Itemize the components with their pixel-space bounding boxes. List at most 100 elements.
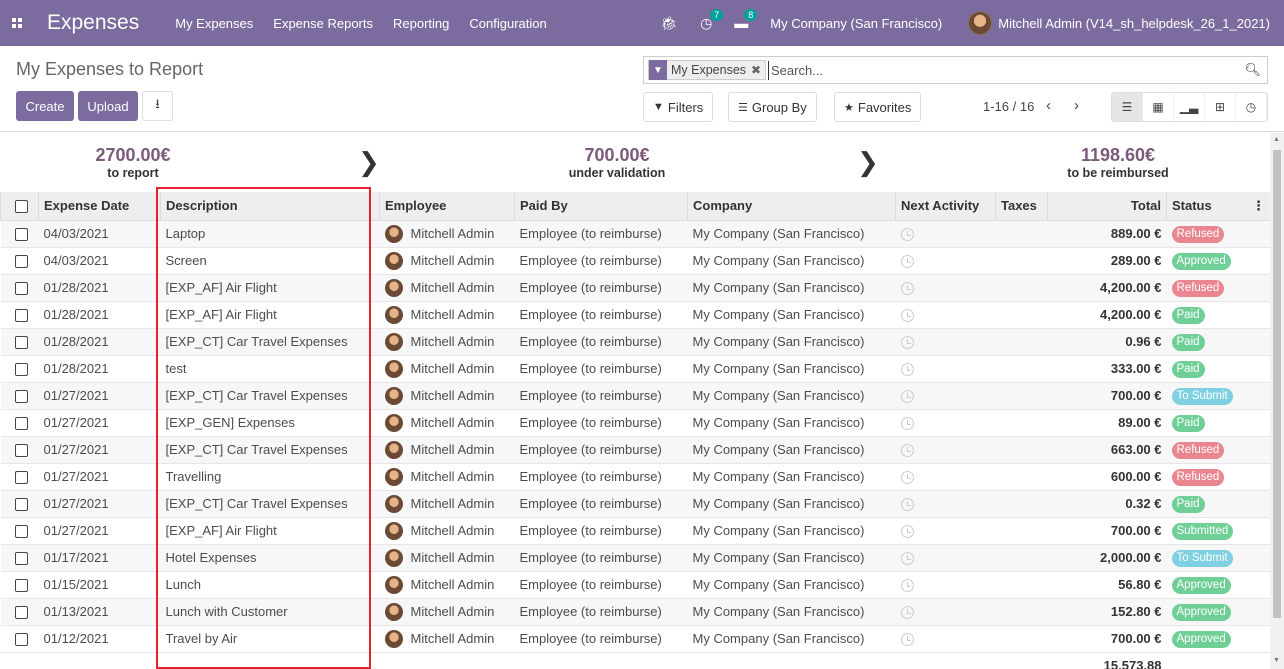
upload-button[interactable]: Upload [78, 91, 138, 121]
kanban-view-icon[interactable]: ▦ [1143, 93, 1174, 121]
taxes [995, 328, 1048, 356]
row-checkbox[interactable] [0, 571, 39, 599]
activity-clock-icon[interactable] [900, 579, 914, 593]
row-checkbox[interactable] [0, 382, 39, 410]
activity-clock-icon[interactable] [900, 498, 914, 512]
messages-icon[interactable]: ▬ 8 [734, 9, 758, 31]
row-checkbox[interactable] [0, 625, 39, 653]
company-switcher[interactable]: My Company (San Francisco) [770, 16, 942, 31]
search-icon[interactable]: 🔍︎ [1244, 62, 1261, 78]
column-header[interactable]: Company [687, 192, 896, 221]
paid-by: Employee (to reimburse) [514, 598, 688, 626]
activity-clock-icon[interactable] [900, 552, 914, 566]
status-cell: Approved [1166, 247, 1270, 275]
table-row[interactable]: 01/28/2021 [EXP_AF] Air Flight Mitchell … [0, 274, 1270, 302]
filters-button[interactable]: ▼ Filters [643, 92, 714, 122]
activity-view-icon[interactable]: ◷ [1236, 93, 1267, 121]
pager-next-icon[interactable]: › [1074, 97, 1079, 114]
column-header[interactable]: Total [1047, 192, 1167, 221]
row-checkbox[interactable] [0, 598, 39, 626]
column-header[interactable]: Next Activity [895, 192, 996, 221]
activity-clock-icon[interactable] [900, 363, 914, 377]
next-activity-cell [895, 328, 996, 356]
table-row[interactable]: 01/27/2021 [EXP_GEN] Expenses Mitchell A… [0, 409, 1270, 437]
activity-clock-icon[interactable]: ◷ 7 [700, 8, 724, 32]
table-row[interactable]: 01/27/2021 Travelling Mitchell Admin Emp… [0, 463, 1270, 491]
scrollbar[interactable]: ▲ ▼ [1270, 133, 1284, 669]
row-checkbox[interactable] [0, 544, 39, 572]
row-checkbox[interactable] [0, 463, 39, 491]
group-by-button[interactable]: ☰ Group By [728, 92, 817, 122]
activity-clock-icon[interactable] [900, 390, 914, 404]
create-button[interactable]: Create [16, 91, 74, 121]
row-checkbox[interactable] [0, 328, 39, 356]
scroll-thumb[interactable] [1273, 150, 1281, 618]
pager-previous-icon[interactable]: ‹ [1046, 97, 1051, 114]
table-row[interactable]: 01/28/2021 [EXP_CT] Car Travel Expenses … [0, 328, 1270, 356]
row-checkbox[interactable] [0, 517, 39, 545]
row-checkbox[interactable] [0, 274, 39, 302]
list-view-icon[interactable]: ☰ [1112, 93, 1143, 121]
optional-columns-icon[interactable]: ⋮ [1252, 198, 1265, 214]
activity-clock-icon[interactable] [900, 444, 914, 458]
table-row[interactable]: 01/13/2021 Lunch with Customer Mitchell … [0, 598, 1270, 626]
activity-clock-icon[interactable] [900, 606, 914, 620]
table-row[interactable]: 01/17/2021 Hotel Expenses Mitchell Admin… [0, 544, 1270, 572]
table-row[interactable]: 04/03/2021 Screen Mitchell Admin Employe… [0, 247, 1270, 275]
user-menu[interactable]: Mitchell Admin (V14_sh_helpdesk_26_1_202… [968, 11, 1270, 35]
filter-icon: ▼ [649, 60, 667, 80]
company: My Company (San Francisco) [687, 463, 896, 491]
graph-view-icon[interactable]: ▁▃ [1174, 93, 1205, 121]
menu-configuration[interactable]: Configuration [469, 16, 546, 31]
activity-clock-icon[interactable] [900, 336, 914, 350]
column-header[interactable]: Taxes [995, 192, 1048, 221]
table-row[interactable]: 01/28/2021 [EXP_AF] Air Flight Mitchell … [0, 301, 1270, 329]
select-all-checkbox[interactable] [0, 192, 39, 221]
activity-clock-icon[interactable] [900, 255, 914, 269]
table-row[interactable]: 01/28/2021 test Mitchell Admin Employee … [0, 355, 1270, 383]
favorites-button[interactable]: ★ Favorites [834, 92, 922, 122]
activity-clock-icon[interactable] [900, 417, 914, 431]
table-row[interactable]: 01/27/2021 [EXP_CT] Car Travel Expenses … [0, 490, 1270, 518]
search-input[interactable] [768, 61, 1238, 80]
table-row[interactable]: 01/12/2021 Travel by Air Mitchell Admin … [0, 625, 1270, 653]
download-icon[interactable]: ⭳ [142, 91, 173, 121]
menu-my-expenses[interactable]: My Expenses [175, 16, 253, 31]
row-checkbox[interactable] [0, 301, 39, 329]
remove-facet-icon[interactable]: ✖ [751, 63, 761, 77]
pivot-view-icon[interactable]: ⊞ [1205, 93, 1236, 121]
row-checkbox[interactable] [0, 247, 39, 275]
app-title[interactable]: Expenses [47, 11, 139, 35]
activity-clock-icon[interactable] [900, 525, 914, 539]
column-header[interactable]: Description [160, 192, 380, 221]
expense-description: [EXP_AF] Air Flight [160, 301, 380, 329]
menu-reporting[interactable]: Reporting [393, 16, 449, 31]
menu-expense-reports[interactable]: Expense Reports [273, 16, 373, 31]
row-checkbox[interactable] [0, 490, 39, 518]
activity-clock-icon[interactable] [900, 633, 914, 647]
apps-menu-icon[interactable] [0, 0, 34, 46]
row-checkbox[interactable] [0, 436, 39, 464]
status-column-header[interactable]: Status ⋮ [1166, 192, 1270, 221]
activity-clock-icon[interactable] [900, 282, 914, 296]
pager-value[interactable]: 1-16 / 16 [983, 99, 1034, 114]
activity-clock-icon[interactable] [900, 309, 914, 323]
scroll-down-icon[interactable]: ▼ [1273, 657, 1280, 664]
table-row[interactable]: 01/15/2021 Lunch Mitchell Admin Employee… [0, 571, 1270, 599]
expense-total: 700.00 € [1047, 382, 1167, 410]
row-checkbox[interactable] [0, 355, 39, 383]
column-header[interactable]: Employee [379, 192, 515, 221]
bug-icon[interactable]: 🐞︎ [660, 15, 678, 32]
row-checkbox[interactable] [0, 409, 39, 437]
column-header[interactable]: Expense Date [38, 192, 161, 221]
column-header[interactable]: Paid By [514, 192, 688, 221]
activity-clock-icon[interactable] [900, 228, 914, 242]
activity-clock-icon[interactable] [900, 471, 914, 485]
table-row[interactable]: 01/27/2021 [EXP_CT] Car Travel Expenses … [0, 436, 1270, 464]
row-checkbox[interactable] [0, 220, 39, 248]
scroll-up-icon[interactable]: ▲ [1273, 136, 1280, 143]
table-row[interactable]: 01/27/2021 [EXP_AF] Air Flight Mitchell … [0, 517, 1270, 545]
expense-total: 289.00 € [1047, 247, 1167, 275]
table-row[interactable]: 01/27/2021 [EXP_CT] Car Travel Expenses … [0, 382, 1270, 410]
table-row[interactable]: 04/03/2021 Laptop Mitchell Admin Employe… [0, 220, 1270, 248]
